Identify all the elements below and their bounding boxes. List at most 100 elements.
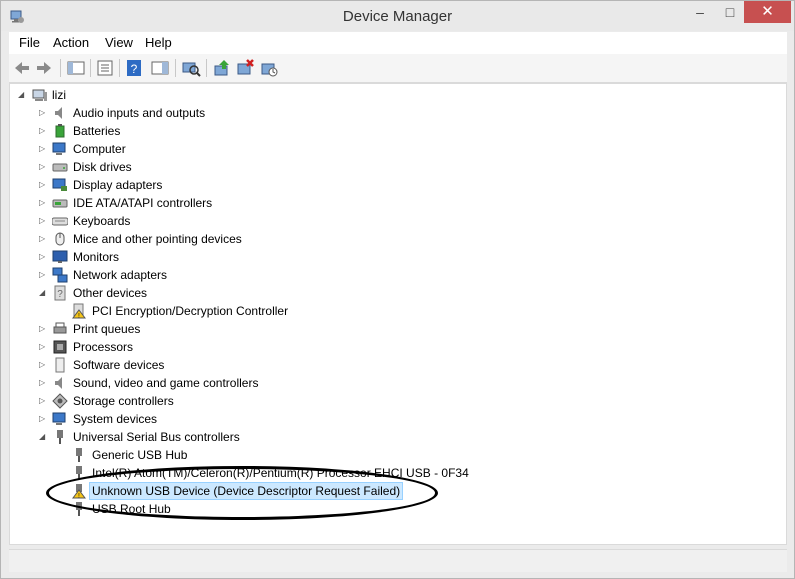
tree-category-sound[interactable]: ▷ Sound, video and game controllers bbox=[10, 374, 410, 392]
tree-category-disk[interactable]: ▷ Disk drives bbox=[10, 158, 410, 176]
expand-arrow-icon[interactable]: ▷ bbox=[39, 356, 49, 374]
minimize-button[interactable]: – bbox=[685, 1, 715, 23]
expand-arrow-icon[interactable]: ▷ bbox=[39, 248, 49, 266]
warning-usb-icon: ! bbox=[71, 483, 87, 499]
tree-category-software[interactable]: ▷ Software devices bbox=[10, 356, 410, 374]
tree-device-label: Intel(R) Atom(TM)/Celeron(R)/Pentium(R) … bbox=[92, 466, 469, 480]
tree-category-usb[interactable]: ◢ Universal Serial Bus controllers bbox=[10, 428, 410, 446]
collapse-arrow-icon[interactable]: ◢ bbox=[39, 284, 49, 302]
tree-category-label: System devices bbox=[73, 412, 158, 426]
enable-device-icon[interactable] bbox=[259, 58, 279, 78]
tree-category-label: Disk drives bbox=[73, 160, 132, 174]
tree-category-system[interactable]: ▷ System devices bbox=[10, 410, 410, 428]
tree-root[interactable]: ◢ lizi bbox=[10, 86, 210, 104]
tree-category-network[interactable]: ▷ Network adapters bbox=[10, 266, 410, 284]
status-bar bbox=[9, 549, 787, 572]
tree-category-label: Mice and other pointing devices bbox=[73, 232, 242, 246]
tree-category-label: Batteries bbox=[73, 124, 121, 138]
device-tree[interactable]: ◢ lizi ▷ Audio inputs and outputs ▷ Batt… bbox=[9, 83, 787, 545]
svg-text:?: ? bbox=[57, 289, 63, 300]
help-icon[interactable]: ? bbox=[124, 58, 144, 78]
computer-icon bbox=[52, 141, 68, 157]
update-driver-icon[interactable] bbox=[212, 58, 232, 78]
tree-category-label: Network adapters bbox=[73, 268, 168, 282]
tree-category-label: Processors bbox=[73, 340, 134, 354]
processor-icon bbox=[52, 339, 68, 355]
collapse-arrow-icon[interactable]: ◢ bbox=[18, 86, 28, 104]
menu-view[interactable]: View bbox=[105, 35, 133, 50]
properties-icon[interactable] bbox=[95, 58, 115, 78]
tree-device-label: Unknown USB Device (Device Descriptor Re… bbox=[89, 482, 404, 500]
tree-category-keyboards[interactable]: ▷ Keyboards bbox=[10, 212, 410, 230]
expand-arrow-icon[interactable]: ▷ bbox=[39, 230, 49, 248]
tree-category-label: Software devices bbox=[73, 358, 165, 372]
expand-arrow-icon[interactable]: ▷ bbox=[39, 374, 49, 392]
tree-category-label: IDE ATA/ATAPI controllers bbox=[73, 196, 213, 210]
tree-device-ehci-usb[interactable]: Intel(R) Atom(TM)/Celeron(R)/Pentium(R) … bbox=[10, 464, 480, 482]
expand-arrow-icon[interactable]: ▷ bbox=[39, 410, 49, 428]
tree-category-label: Display adapters bbox=[73, 178, 163, 192]
toolbar: ? bbox=[9, 54, 787, 83]
computer-icon bbox=[32, 87, 48, 103]
menu-file[interactable]: File bbox=[19, 35, 40, 50]
menu-help[interactable]: Help bbox=[145, 35, 172, 50]
tree-category-computer[interactable]: ▷ Computer bbox=[10, 140, 410, 158]
keyboard-icon bbox=[52, 213, 68, 229]
expand-arrow-icon[interactable]: ▷ bbox=[39, 140, 49, 158]
tree-category-monitors[interactable]: ▷ Monitors bbox=[10, 248, 410, 266]
expand-arrow-icon[interactable]: ▷ bbox=[39, 194, 49, 212]
tree-category-label: Keyboards bbox=[73, 214, 131, 228]
forward-icon[interactable] bbox=[34, 58, 54, 78]
tree-category-audio[interactable]: ▷ Audio inputs and outputs bbox=[10, 104, 410, 122]
expand-arrow-icon[interactable]: ▷ bbox=[39, 122, 49, 140]
warning-device-icon: ! bbox=[71, 303, 87, 319]
toolbar-separator bbox=[206, 59, 207, 77]
show-hide-console-tree-icon[interactable] bbox=[66, 58, 86, 78]
tree-category-processors[interactable]: ▷ Processors bbox=[10, 338, 410, 356]
tree-category-label: Monitors bbox=[73, 250, 120, 264]
tree-category-print[interactable]: ▷ Print queues bbox=[10, 320, 410, 338]
tree-category-ide[interactable]: ▷ IDE ATA/ATAPI controllers bbox=[10, 194, 410, 212]
tree-device-label: PCI Encryption/Decryption Controller bbox=[92, 304, 289, 318]
expand-arrow-icon[interactable]: ▷ bbox=[39, 338, 49, 356]
expand-arrow-icon[interactable]: ▷ bbox=[39, 104, 49, 122]
tree-device-generic-usb-hub[interactable]: Generic USB Hub bbox=[10, 446, 410, 464]
tree-category-label: Other devices bbox=[73, 286, 148, 300]
expand-arrow-icon[interactable]: ▷ bbox=[39, 158, 49, 176]
scan-hardware-icon[interactable] bbox=[181, 58, 201, 78]
menu-bar: File Action View Help bbox=[9, 32, 787, 54]
expand-arrow-icon[interactable]: ▷ bbox=[39, 176, 49, 194]
expand-arrow-icon[interactable]: ▷ bbox=[39, 266, 49, 284]
menu-action[interactable]: Action bbox=[53, 35, 89, 50]
unknown-device-icon: ? bbox=[52, 285, 68, 301]
monitor-icon bbox=[52, 249, 68, 265]
expand-arrow-icon[interactable]: ▷ bbox=[39, 320, 49, 338]
display-adapter-icon bbox=[52, 177, 68, 193]
expand-arrow-icon[interactable]: ▷ bbox=[39, 212, 49, 230]
usb-icon bbox=[52, 429, 68, 445]
tree-category-other[interactable]: ◢ ? Other devices bbox=[10, 284, 410, 302]
collapse-arrow-icon[interactable]: ◢ bbox=[39, 428, 49, 446]
tree-category-display[interactable]: ▷ Display adapters bbox=[10, 176, 410, 194]
expand-arrow-icon[interactable]: ▷ bbox=[39, 392, 49, 410]
window-title: Device Manager bbox=[342, 8, 453, 25]
tree-device-pci-encryption[interactable]: ! PCI Encryption/Decryption Controller bbox=[10, 302, 410, 320]
uninstall-icon[interactable] bbox=[235, 58, 255, 78]
maximize-button[interactable]: □ bbox=[715, 1, 745, 23]
network-adapter-icon bbox=[52, 267, 68, 283]
tree-category-storage[interactable]: ▷ Storage controllers bbox=[10, 392, 410, 410]
tree-device-unknown-usb[interactable]: ! Unknown USB Device (Device Descriptor … bbox=[10, 482, 410, 500]
close-button[interactable]: ✕ bbox=[744, 1, 791, 23]
sound-icon bbox=[52, 375, 68, 391]
tree-device-usb-root-hub[interactable]: USB Root Hub bbox=[10, 500, 410, 518]
action-pane-icon[interactable] bbox=[150, 58, 170, 78]
printer-icon bbox=[52, 321, 68, 337]
tree-category-batteries[interactable]: ▷ Batteries bbox=[10, 122, 410, 140]
toolbar-separator bbox=[119, 59, 120, 77]
tree-category-label: Print queues bbox=[73, 322, 141, 336]
title-bar[interactable]: Device Manager – □ ✕ bbox=[1, 1, 794, 31]
toolbar-separator bbox=[175, 59, 176, 77]
back-icon[interactable] bbox=[12, 58, 32, 78]
tree-category-mice[interactable]: ▷ Mice and other pointing devices bbox=[10, 230, 410, 248]
disk-drive-icon bbox=[52, 159, 68, 175]
